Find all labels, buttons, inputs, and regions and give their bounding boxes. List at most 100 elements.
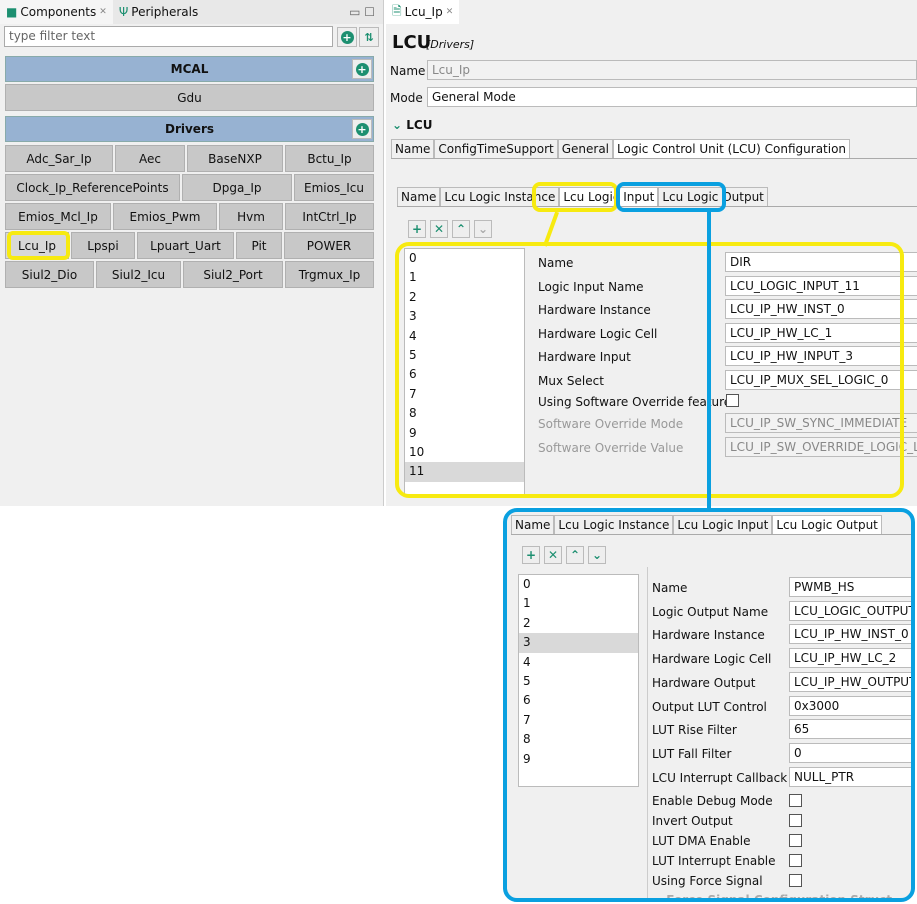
component-button[interactable]: IntCtrl_Ip bbox=[285, 203, 374, 230]
list-item[interactable]: 3 bbox=[519, 633, 638, 653]
plus-icon: + bbox=[340, 30, 354, 44]
list-item[interactable]: 4 bbox=[519, 653, 638, 672]
add-icon[interactable]: + bbox=[522, 546, 540, 564]
list-item[interactable]: 9 bbox=[519, 750, 638, 769]
checkbox[interactable] bbox=[789, 794, 802, 807]
add-button[interactable]: + bbox=[337, 27, 357, 47]
property-field[interactable]: LCU_IP_HW_OUTPUT_1 bbox=[789, 671, 911, 692]
checkbox[interactable] bbox=[789, 874, 802, 887]
page-subtitle: [Drivers] bbox=[426, 38, 475, 51]
list-item[interactable]: 2 bbox=[519, 614, 638, 633]
component-button[interactable]: Emios_Icu bbox=[294, 174, 374, 201]
tab-peripherals[interactable]: Ψ Peripherals bbox=[113, 0, 204, 24]
property-field[interactable]: PWMB_HS bbox=[789, 577, 911, 597]
property-field[interactable]: 0x3000 bbox=[789, 695, 911, 716]
tab-general[interactable]: General bbox=[557, 139, 614, 158]
component-button[interactable]: Adc_Sar_Ip bbox=[5, 145, 113, 172]
highlight-output-tab bbox=[616, 182, 726, 212]
checkbox[interactable] bbox=[789, 834, 802, 847]
tab-lcu-configuration[interactable]: Logic Control Unit (LCU) Configuration bbox=[613, 139, 851, 158]
tab-lcu-ip[interactable]: 🗎 Lcu_Ip ✕ bbox=[386, 0, 460, 24]
tab-name[interactable]: Name bbox=[391, 139, 435, 158]
add-drivers-button[interactable]: + bbox=[352, 119, 372, 139]
property-label: LUT Rise Filter bbox=[652, 723, 737, 738]
list-item[interactable]: 1 bbox=[519, 594, 638, 613]
peripherals-icon: Ψ bbox=[118, 5, 129, 19]
close-icon[interactable]: ✕ bbox=[446, 7, 454, 17]
component-button[interactable]: Siul2_Port bbox=[183, 261, 283, 288]
component-button[interactable]: Siul2_Dio bbox=[5, 261, 94, 288]
checkbox-label: LUT DMA Enable bbox=[652, 834, 751, 848]
move-up-icon[interactable]: ⌃ bbox=[566, 546, 584, 564]
component-button[interactable]: Trgmux_Ip bbox=[285, 261, 374, 288]
mode-label: Mode bbox=[390, 91, 423, 105]
logic-output-inset: Name Lcu Logic Instance Lcu Logic Input Lcu… bbox=[503, 508, 915, 902]
property-field[interactable]: 65 bbox=[789, 719, 911, 740]
chevron-down-icon: ⌄ bbox=[392, 118, 403, 132]
plus-icon: + bbox=[355, 62, 369, 76]
component-button[interactable]: Clock_Ip_ReferencePoints bbox=[5, 174, 180, 201]
tab-lcu-logic-input[interactable]: Lcu Logic Input bbox=[673, 515, 773, 534]
property-field[interactable]: LCU_IP_HW_LC_2 bbox=[789, 648, 911, 669]
property-field[interactable]: 0 bbox=[789, 742, 911, 763]
section-lcu[interactable]: ⌄ LCU bbox=[392, 118, 432, 132]
component-button[interactable]: Hvm bbox=[219, 203, 283, 230]
tab-name[interactable]: Name bbox=[397, 187, 441, 206]
sort-button[interactable]: ⇅ bbox=[359, 27, 379, 47]
component-button[interactable]: Emios_Mcl_Ip bbox=[5, 203, 111, 230]
component-button[interactable]: BaseNXP bbox=[187, 145, 283, 172]
move-down-icon[interactable]: ⌄ bbox=[474, 220, 492, 238]
list-item[interactable]: 7 bbox=[519, 711, 638, 730]
move-down-icon[interactable]: ⌄ bbox=[588, 546, 606, 564]
property-label: LCU Interrupt Callback bbox=[652, 770, 788, 785]
list-item[interactable]: 5 bbox=[519, 672, 638, 691]
component-icon: 🗎 bbox=[392, 3, 402, 18]
category-mcal[interactable]: MCAL + bbox=[5, 56, 374, 82]
component-button[interactable]: Emios_Pwm bbox=[113, 203, 217, 230]
tab-lcu-logic-instance[interactable]: Lcu Logic Instance bbox=[554, 515, 674, 534]
property-field[interactable]: LCU_IP_HW_INST_0 bbox=[789, 624, 911, 645]
component-button[interactable]: Lpuart_Uart bbox=[137, 232, 234, 259]
checkbox[interactable] bbox=[789, 854, 802, 867]
name-field[interactable]: Lcu_Ip bbox=[427, 60, 917, 80]
list-item[interactable]: 8 bbox=[519, 730, 638, 749]
property-field[interactable]: NULL_PTR bbox=[789, 766, 911, 787]
component-gdu[interactable]: Gdu bbox=[5, 84, 374, 111]
section-label: Force Signal Configuration Struct bbox=[666, 893, 892, 902]
component-button[interactable]: Siul2_Icu bbox=[96, 261, 181, 288]
highlight-input-tab bbox=[532, 182, 618, 212]
property-label: Output LUT Control bbox=[652, 699, 767, 714]
component-button[interactable]: Bctu_Ip bbox=[285, 145, 374, 172]
mode-select[interactable]: General Mode bbox=[427, 87, 917, 107]
checkbox-label: Enable Debug Mode bbox=[652, 794, 773, 808]
property-label: LUT Fall Filter bbox=[652, 746, 732, 761]
section-force-signal[interactable]: ⌄ Force Signal Configuration Struct bbox=[652, 893, 892, 902]
filter-input[interactable]: type filter text bbox=[4, 26, 333, 47]
tab-lcu-logic-output[interactable]: Lcu Logic Output bbox=[772, 515, 882, 534]
property-label: Hardware Logic Cell bbox=[652, 652, 772, 667]
tab-configtimesupport[interactable]: ConfigTimeSupport bbox=[434, 139, 558, 158]
category-drivers[interactable]: Drivers + bbox=[5, 116, 374, 142]
minimize-maximize-icons[interactable]: ▭ ☐ bbox=[349, 5, 375, 19]
checkbox-label: Invert Output bbox=[652, 814, 733, 828]
remove-icon[interactable]: ✕ bbox=[430, 220, 448, 238]
list-item[interactable]: 0 bbox=[519, 575, 638, 594]
checkbox[interactable] bbox=[789, 814, 802, 827]
highlight-lcu-ip bbox=[7, 231, 70, 260]
move-up-icon[interactable]: ⌃ bbox=[452, 220, 470, 238]
sort-icon: ⇅ bbox=[364, 30, 374, 44]
add-mcal-button[interactable]: + bbox=[352, 59, 372, 79]
component-button[interactable]: Aec bbox=[115, 145, 185, 172]
component-button[interactable]: POWER bbox=[284, 232, 374, 259]
component-button[interactable]: Pit bbox=[236, 232, 282, 259]
remove-icon[interactable]: ✕ bbox=[544, 546, 562, 564]
tab-name[interactable]: Name bbox=[511, 515, 555, 534]
close-icon[interactable]: ✕ bbox=[99, 7, 107, 17]
tab-components[interactable]: ■ Components ✕ bbox=[0, 0, 113, 24]
list-item[interactable]: 6 bbox=[519, 691, 638, 710]
component-button[interactable]: Dpga_Ip bbox=[182, 174, 292, 201]
logic-output-list[interactable]: 0123456789 bbox=[518, 574, 639, 787]
add-icon[interactable]: + bbox=[408, 220, 426, 238]
component-button[interactable]: Lpspi bbox=[71, 232, 135, 259]
property-field[interactable]: LCU_LOGIC_OUTPUT_3 bbox=[789, 600, 911, 621]
